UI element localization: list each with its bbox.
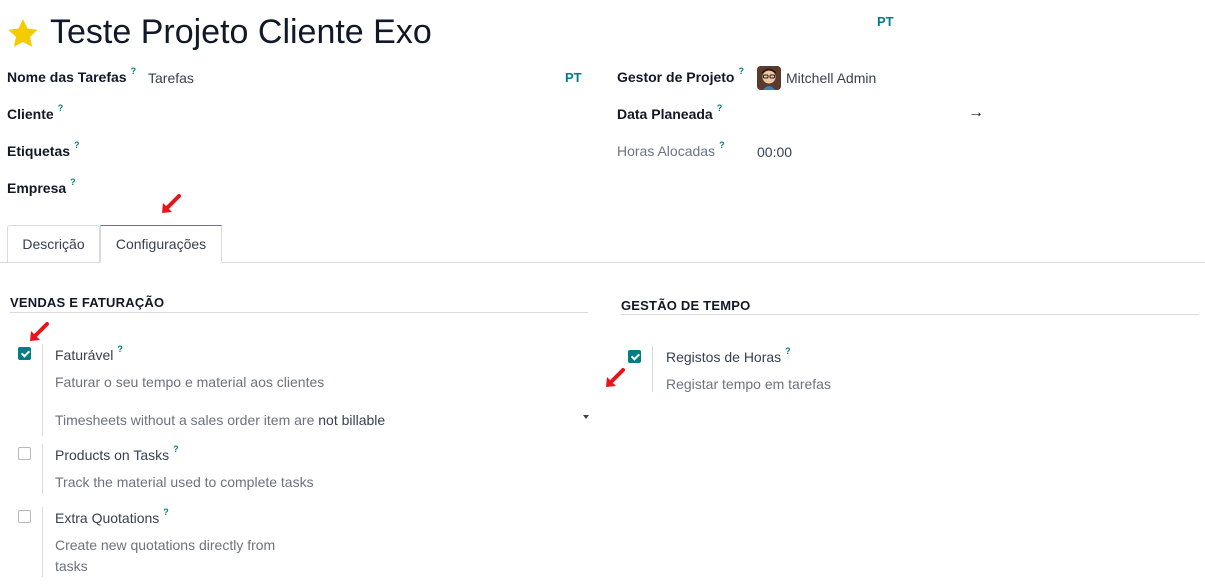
help-icon[interactable]: ? xyxy=(117,344,123,354)
tags-label: Etiquetas? xyxy=(7,140,80,159)
extra-quotations-label-text: Extra Quotations xyxy=(55,510,160,526)
billable-checkbox[interactable] xyxy=(18,347,31,360)
customer-label-text: Cliente xyxy=(7,106,54,122)
help-icon[interactable]: ? xyxy=(785,346,791,356)
timesheets-label: Registos de Horas? xyxy=(666,346,791,365)
favorite-star-icon[interactable] xyxy=(6,17,40,51)
sales-section-header: VENDAS E FATURAÇÃO xyxy=(10,295,165,310)
annotation-arrow-icon xyxy=(162,194,181,213)
task-name-language-button[interactable]: PT xyxy=(565,70,582,85)
help-icon[interactable]: ? xyxy=(719,140,725,150)
user-avatar-icon xyxy=(757,66,781,90)
tab-settings[interactable]: Configurações xyxy=(100,225,222,263)
extra-quotations-label: Extra Quotations? xyxy=(55,507,169,526)
project-manager-label: Gestor de Projeto? xyxy=(617,66,744,85)
billable-description: Faturar o seu tempo e material aos clien… xyxy=(55,374,325,390)
select-prefix-text: Timesheets without a sales order item ar… xyxy=(55,412,315,428)
task-name-label: Nome das Tarefas? xyxy=(7,66,137,85)
task-name-label-text: Nome das Tarefas xyxy=(7,69,127,85)
timesheets-description: Registar tempo em tarefas xyxy=(666,376,831,392)
title-language-button[interactable]: PT xyxy=(877,14,894,29)
help-icon[interactable]: ? xyxy=(58,103,64,113)
project-title[interactable]: Teste Projeto Cliente Exo xyxy=(50,13,432,52)
project-form: Teste Projeto Cliente Exo PT Nome das Ta… xyxy=(0,0,1205,585)
timesheets-label-text: Registos de Horas xyxy=(666,349,782,365)
extra-quotations-checkbox[interactable] xyxy=(18,510,31,523)
date-range-arrow-icon: → xyxy=(968,104,984,121)
tab-description[interactable]: Descrição xyxy=(7,225,100,262)
company-label-text: Empresa xyxy=(7,180,67,196)
allocated-hours-label: Horas Alocadas? xyxy=(617,140,725,159)
help-icon[interactable]: ? xyxy=(163,507,169,517)
help-icon[interactable]: ? xyxy=(717,103,723,113)
billable-label-text: Faturável xyxy=(55,347,114,363)
annotation-arrow-icon xyxy=(30,322,49,341)
timesheets-checkbox[interactable] xyxy=(628,350,641,363)
annotation-arrow-icon xyxy=(606,368,625,387)
project-manager-value[interactable]: Mitchell Admin xyxy=(786,70,876,86)
select-value: not billable xyxy=(318,412,386,428)
time-section-header: GESTÃO DE TEMPO xyxy=(621,298,751,313)
help-icon[interactable]: ? xyxy=(173,444,179,454)
products-on-tasks-checkbox[interactable] xyxy=(18,447,31,460)
project-manager-label-text: Gestor de Projeto xyxy=(617,69,735,85)
extra-quotations-description-line2: tasks xyxy=(55,558,88,574)
option-divider xyxy=(652,346,653,392)
products-on-tasks-label-text: Products on Tasks xyxy=(55,447,170,463)
allocated-hours-value[interactable]: 00:00 xyxy=(757,144,792,160)
billable-label: Faturável? xyxy=(55,344,123,363)
products-on-tasks-description: Track the material used to complete task… xyxy=(55,474,314,490)
planned-date-label-text: Data Planeada xyxy=(617,106,713,122)
sales-section-divider xyxy=(10,312,588,313)
task-name-input[interactable]: Tarefas xyxy=(148,70,194,86)
company-label: Empresa? xyxy=(7,177,76,196)
time-section-divider xyxy=(621,314,1199,315)
option-divider xyxy=(42,507,43,577)
chevron-down-icon[interactable] xyxy=(583,415,589,419)
option-divider xyxy=(42,444,43,494)
products-on-tasks-label: Products on Tasks? xyxy=(55,444,179,463)
extra-quotations-description-line1: Create new quotations directly from xyxy=(55,537,276,553)
avatar[interactable] xyxy=(757,66,781,90)
tags-label-text: Etiquetas xyxy=(7,143,71,159)
help-icon[interactable]: ? xyxy=(70,177,76,187)
customer-label: Cliente? xyxy=(7,103,64,122)
help-icon[interactable]: ? xyxy=(131,66,137,76)
help-icon[interactable]: ? xyxy=(74,140,80,150)
non-billable-timesheets-select[interactable]: Timesheets without a sales order item ar… xyxy=(55,412,385,428)
allocated-hours-label-text: Horas Alocadas xyxy=(617,143,716,159)
option-divider xyxy=(42,344,43,436)
help-icon[interactable]: ? xyxy=(738,66,744,76)
planned-date-label: Data Planeada? xyxy=(617,103,723,122)
